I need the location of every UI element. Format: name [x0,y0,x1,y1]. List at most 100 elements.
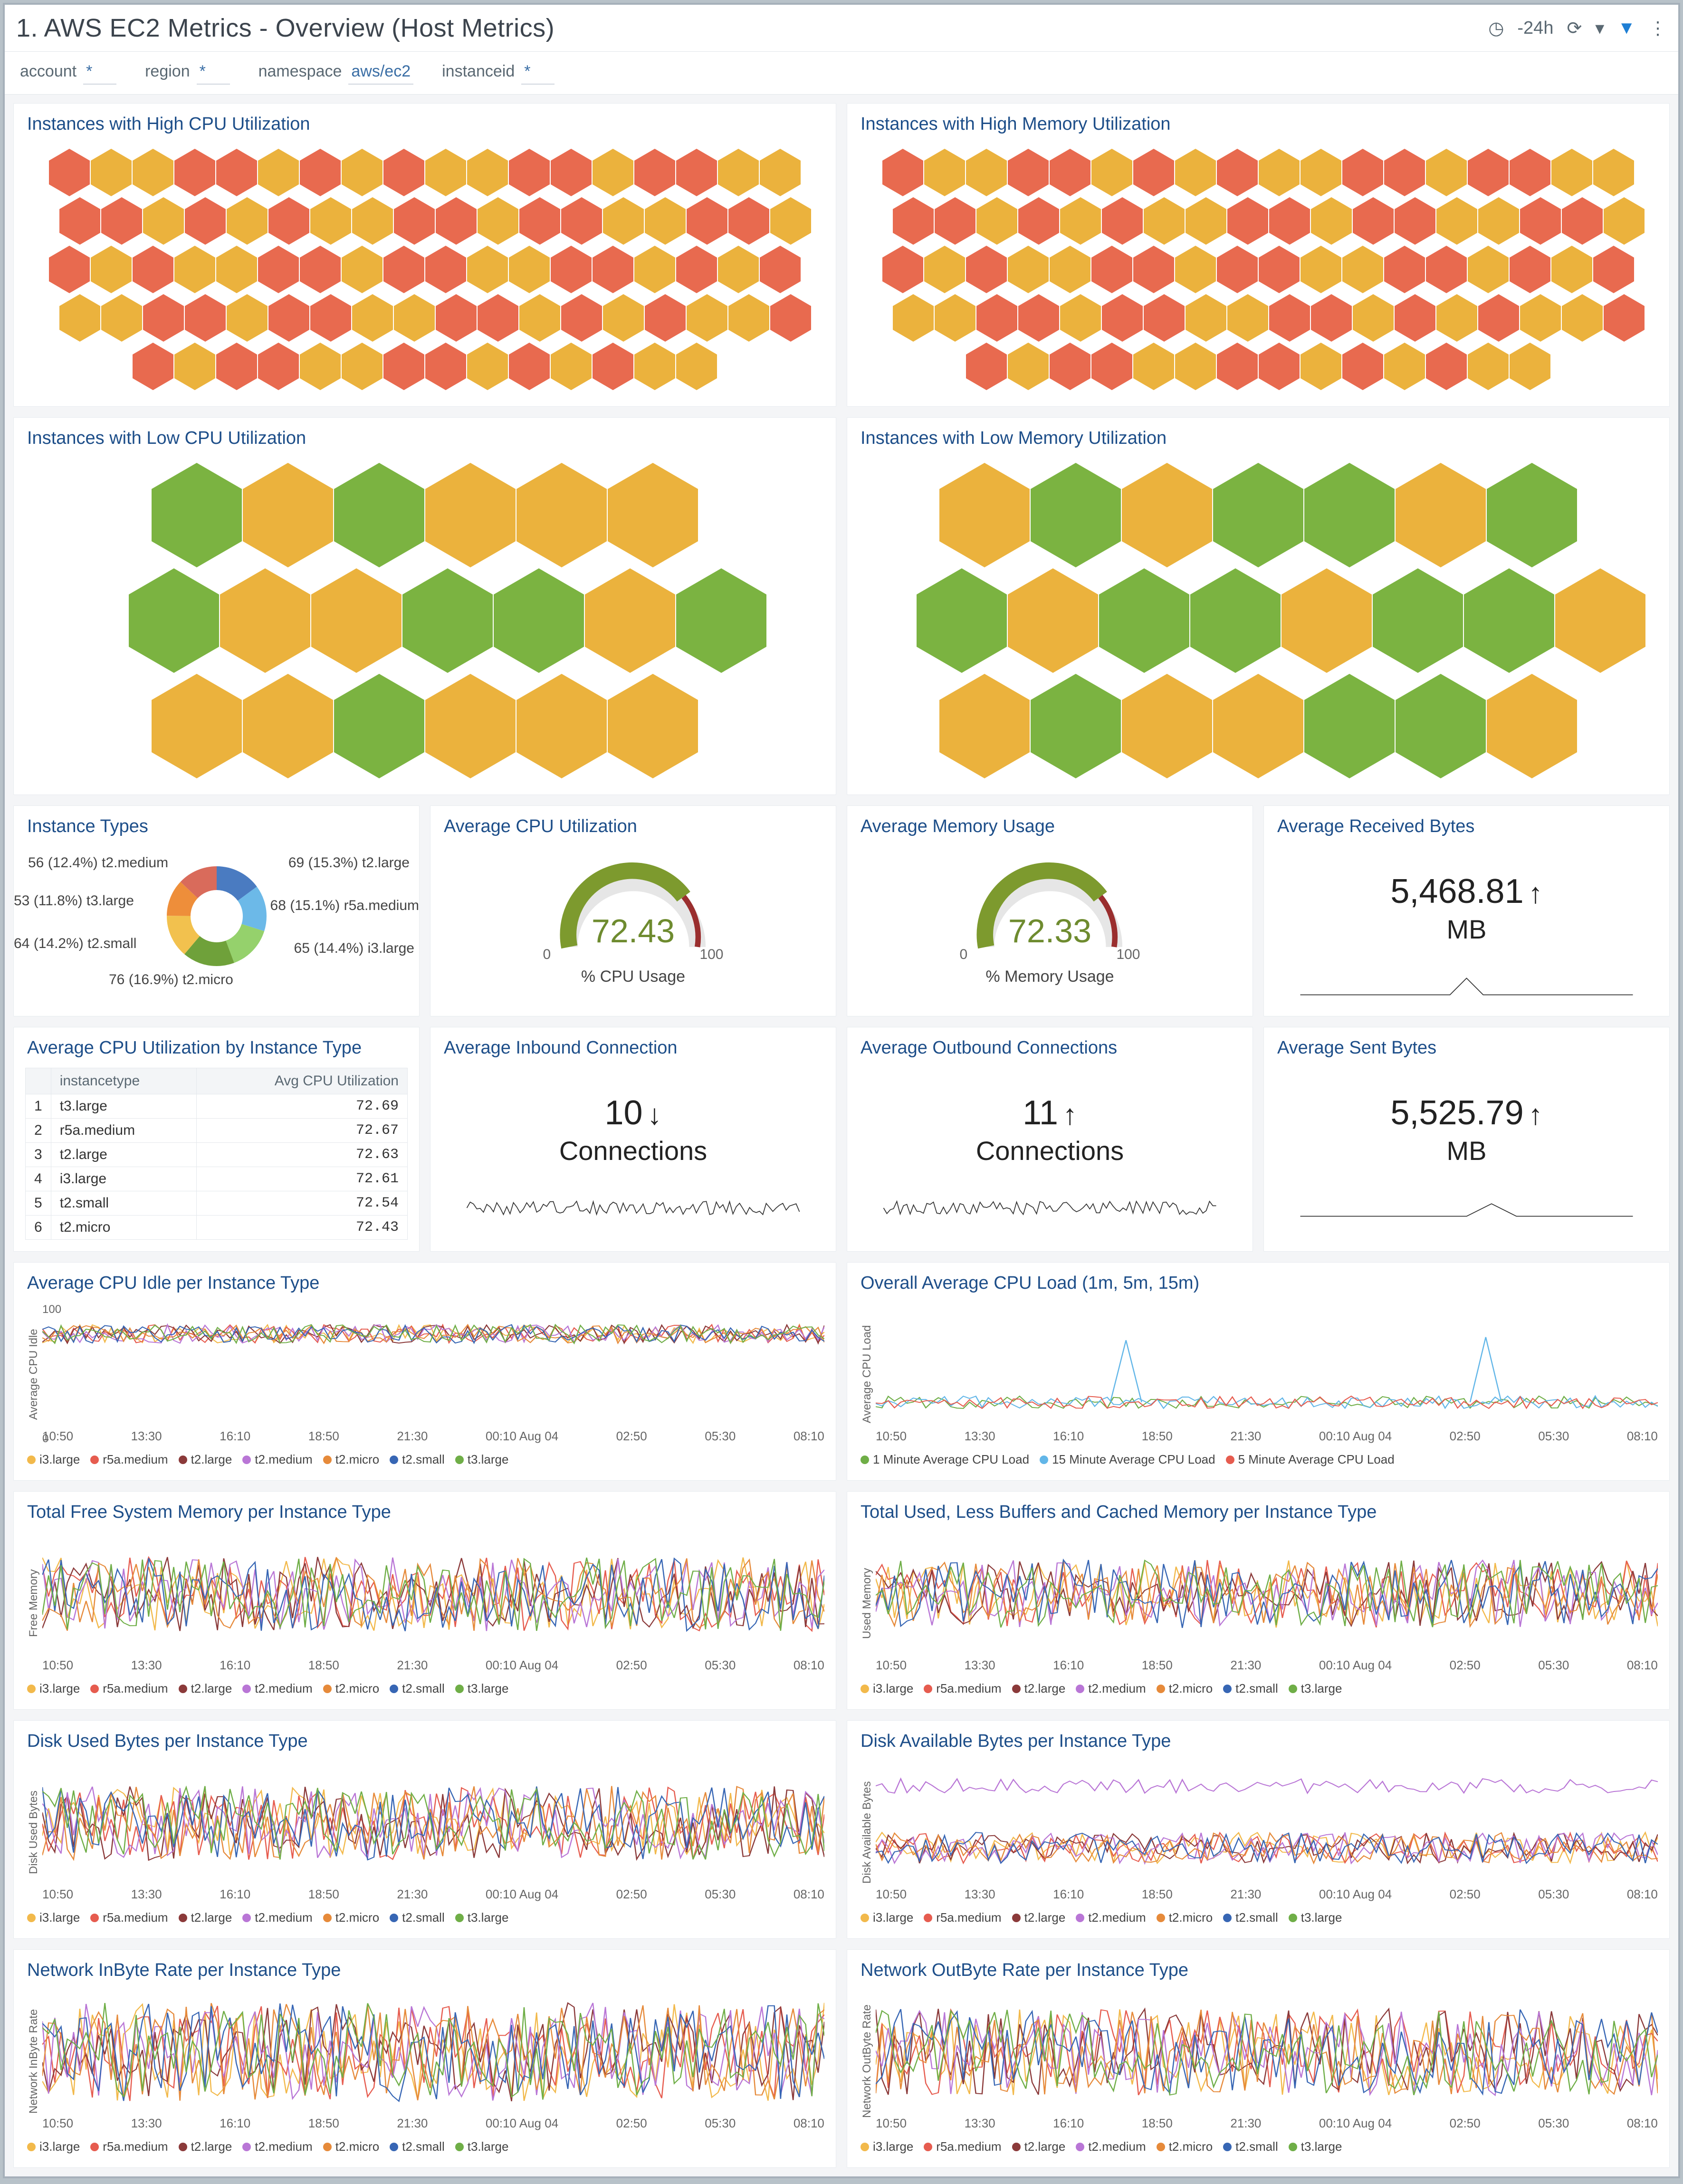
hex-cell[interactable] [334,463,424,567]
hex-cell[interactable] [1300,149,1341,196]
hex-cell[interactable] [1133,149,1174,196]
legend-item[interactable]: t2.small [1223,2139,1278,2154]
hex-cell[interactable] [1269,197,1310,245]
legend-item[interactable]: i3.large [27,2139,80,2154]
hex-cell[interactable] [1396,674,1486,778]
hex-cell[interactable] [561,197,602,245]
hex-cell[interactable] [425,463,516,567]
legend-item[interactable]: t2.small [390,2139,445,2154]
hex-cell[interactable] [1050,246,1090,293]
legend-item[interactable]: r5a.medium [90,1681,168,1696]
legend-item[interactable]: r5a.medium [924,1910,1001,1925]
more-icon[interactable]: ⋮ [1649,18,1667,39]
legend-item[interactable]: t2.micro [323,1910,379,1925]
hex-cell[interactable] [1144,294,1185,342]
hex-cell[interactable] [101,294,142,342]
legend-item[interactable]: t2.medium [242,1910,312,1925]
panel-cpu-idle[interactable]: Average CPU Idle per Instance Type Avera… [13,1262,836,1481]
hex-cell[interactable] [268,294,309,342]
hex-cell[interactable] [133,149,173,196]
hex-cell[interactable] [152,674,242,778]
legend-item[interactable]: t2.large [179,1681,232,1696]
hex-cell[interactable] [220,568,310,673]
hex-cell[interactable] [634,246,675,293]
hex-cell[interactable] [1593,149,1634,196]
legend-item[interactable]: t2.medium [242,1452,312,1467]
hex-cell[interactable] [893,197,934,245]
panel-avg-rx[interactable]: Average Received Bytes 5,468.81↑ MB [1263,805,1670,1016]
filter-value[interactable] [521,61,555,85]
hex-cell[interactable] [939,463,1030,567]
hex-cell[interactable] [593,246,633,293]
hex-cell[interactable] [1426,246,1467,293]
legend-item[interactable]: t3.large [455,2139,509,2154]
legend-item[interactable]: t2.small [1223,1681,1278,1696]
panel-avg-cpu[interactable]: Average CPU Utilization 72.43 0100 % CPU… [430,805,836,1016]
hex-cell[interactable] [174,246,215,293]
hex-cell[interactable] [1487,463,1577,567]
table-row[interactable]: 1t3.large72.69 [26,1094,408,1119]
legend-item[interactable]: i3.large [27,1910,80,1925]
hex-cell[interactable] [425,674,516,778]
hex-cell[interactable] [174,149,215,196]
table-row[interactable]: 6t2.micro72.43 [26,1216,408,1240]
hex-cell[interactable] [1436,294,1477,342]
hex-cell[interactable] [342,246,382,293]
legend-item[interactable]: t2.small [390,1910,445,1925]
hex-cell[interactable] [227,197,268,245]
hex-cell[interactable] [1426,149,1467,196]
legend-item[interactable]: t2.micro [323,2139,379,2154]
hex-cell[interactable] [924,149,965,196]
hex-cell[interactable] [1008,149,1049,196]
hex-cell[interactable] [436,197,477,245]
hex-cell[interactable] [1551,246,1592,293]
hex-cell[interactable] [1342,343,1383,390]
legend-item[interactable]: t2.micro [323,1452,379,1467]
legend-item[interactable]: t2.large [179,1452,232,1467]
hex-cell[interactable] [509,246,550,293]
hex-cell[interactable] [216,343,257,390]
hex-cell[interactable] [1217,343,1258,390]
hex-cell[interactable] [216,149,257,196]
hex-cell[interactable] [425,149,466,196]
hex-cell[interactable] [1300,246,1341,293]
hex-cell[interactable] [1227,197,1268,245]
hex-cell[interactable] [310,294,351,342]
panel-net-out[interactable]: Network OutByte Rate per Instance Type N… [847,1949,1670,2168]
hex-cell[interactable] [1269,294,1310,342]
panel-avg-mem[interactable]: Average Memory Usage 72.33 0100 % Memory… [847,805,1253,1016]
legend-item[interactable]: t2.micro [1157,1910,1213,1925]
hex-cell[interactable] [509,343,550,390]
hex-cell[interactable] [760,246,801,293]
hex-cell[interactable] [1122,463,1212,567]
hex-cell[interactable] [603,294,644,342]
hex-cell[interactable] [268,197,309,245]
panel-avg-inbound[interactable]: Average Inbound Connection 10↓ Connectio… [430,1027,836,1252]
hex-cell[interactable] [1133,246,1174,293]
filter-region[interactable]: region [145,61,230,85]
hex-cell[interactable] [143,197,184,245]
hex-cell[interactable] [1520,197,1561,245]
legend-item[interactable]: t3.large [1289,1681,1342,1696]
panel-avg-tx[interactable]: Average Sent Bytes 5,525.79↑ MB [1263,1027,1670,1252]
hex-cell[interactable] [687,197,727,245]
hex-cell[interactable] [1510,246,1550,293]
filter-value[interactable]: aws/ec2 [348,61,413,85]
hex-cell[interactable] [1259,343,1300,390]
table-row[interactable]: 3t2.large72.63 [26,1143,408,1167]
panel-high-cpu[interactable]: Instances with High CPU Utilization [13,103,836,407]
hex-cell[interactable] [1353,197,1394,245]
chevron-down-icon[interactable]: ▾ [1595,18,1604,39]
hex-cell[interactable] [1091,149,1132,196]
hex-cell[interactable] [1311,197,1352,245]
legend-item[interactable]: i3.large [27,1452,80,1467]
hex-cell[interactable] [976,197,1017,245]
legend-item[interactable]: t2.small [390,1452,445,1467]
hex-cell[interactable] [1050,149,1090,196]
hex-cell[interactable] [1133,343,1174,390]
hex-cell[interactable] [185,294,226,342]
hex-cell[interactable] [551,149,592,196]
hex-cell[interactable] [1384,246,1425,293]
hex-cell[interactable] [593,149,633,196]
hex-cell[interactable] [383,149,424,196]
